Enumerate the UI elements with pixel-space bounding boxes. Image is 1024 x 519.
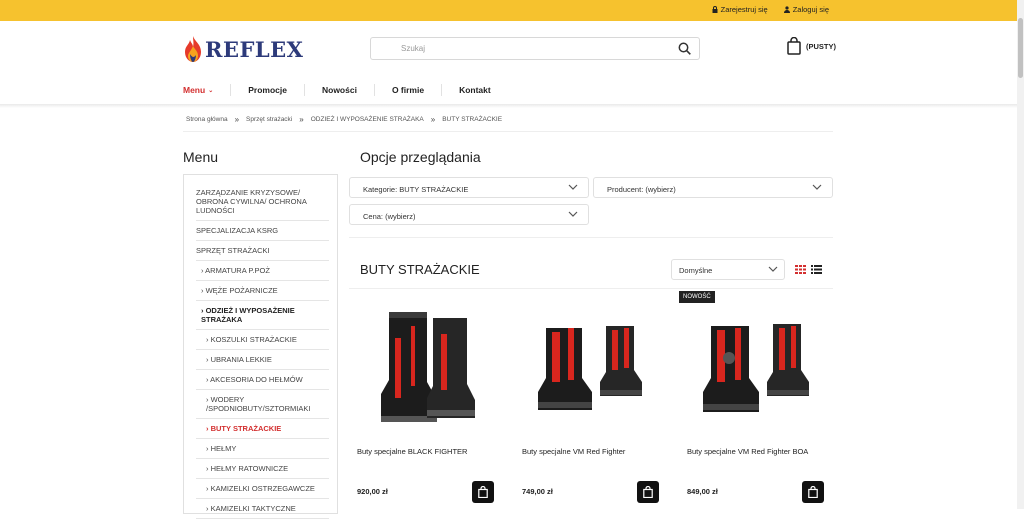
cart-status: (PUSTY) [806,41,836,51]
chevron-down-icon [568,211,578,217]
cart-link[interactable]: (PUSTY) [787,37,836,55]
list-view-icon[interactable] [811,265,822,274]
sidebar-item-kamizelki-taktyczne[interactable]: › KAMIZELKI TAKTYCZNE [196,499,329,519]
page-scrollbar[interactable] [1017,0,1024,509]
add-to-cart-button[interactable] [637,481,659,503]
sidebar-item-helmy-ratownicze[interactable]: › HEŁMY RATOWNICZE [196,459,329,479]
breadcrumb-item[interactable]: Strona główna [186,116,228,123]
sidebar-item-ubrania[interactable]: › UBRANIA LEKKIE [196,350,329,370]
breadcrumb-item[interactable]: Sprzęt strażacki [246,116,292,123]
user-icon [783,6,790,13]
sidebar-item-akcesoria[interactable]: › AKCESORIA DO HEŁMÓW [196,370,329,390]
flame-icon [185,36,201,62]
scrollbar-thumb[interactable] [1018,18,1023,78]
register-link[interactable]: Zarejestruj się [712,5,768,14]
chevron-down-icon [768,266,778,272]
product-name[interactable]: Buty specjalne VM Red Fighter [522,447,625,456]
chevron-down-icon [812,184,822,190]
shopping-bag-icon [478,486,488,498]
logo[interactable]: REFLEX [183,36,303,62]
product-card[interactable]: Buty specjalne VM Red Fighter BOA 849,00… [679,290,835,509]
search-input[interactable]: Szukaj [401,44,425,53]
sidebar-menu: ZARZĄDZANIE KRYZYSOWE/ OBRONA CYWILNA/ O… [183,174,338,519]
register-label: Zarejestruj się [720,5,768,14]
product-price: 920,00 zł [357,487,388,496]
nav-menu[interactable]: Menu ⌄ [183,84,232,96]
divider [183,131,833,132]
options-title: Opcje przeglądania [360,149,481,165]
nav-promocje[interactable]: Promocje [231,84,305,96]
producer-filter[interactable]: Producent: (wybierz) [593,177,833,198]
product-name[interactable]: Buty specjalne VM Red Fighter BOA [687,447,808,456]
price-filter-label: Cena: (wybierz) [363,212,416,221]
sidebar-item-armatura[interactable]: › ARMATURA P.POŻ [196,261,329,281]
breadcrumb-separator: » [234,115,240,124]
search-box[interactable]: Szukaj [370,37,700,60]
listing-title: BUTY STRAŻACKIE [360,262,480,277]
sort-select[interactable]: Domyślne [671,259,785,280]
nav-menu-label: Menu [183,85,206,95]
product-image[interactable] [361,298,491,432]
product-price: 749,00 zł [522,487,553,496]
product-card[interactable]: Buty specjalne BLACK FIGHTER 920,00 zł [349,290,505,509]
sort-value: Domyślne [679,266,713,275]
nav-kontakt[interactable]: Kontakt [442,84,508,96]
shopping-bag-icon [787,37,801,55]
header-divider [0,104,1017,108]
sidebar-item-specjalizacja[interactable]: SPECJALIZACJA KSRG [196,221,329,241]
nav-nowosci[interactable]: Nowości [305,84,375,96]
product-price: 849,00 zł [687,487,718,496]
price-filter[interactable]: Cena: (wybierz) [349,204,589,225]
breadcrumb-separator: » [430,115,436,124]
breadcrumb: Strona główna » Sprzęt strażacki » ODZIE… [186,115,502,124]
add-to-cart-button[interactable] [472,481,494,503]
add-to-cart-button[interactable] [802,481,824,503]
sidebar-title: Menu [183,149,219,165]
login-label: Zaloguj się [792,5,829,14]
sidebar-item-kamizelki-ostrzegawcze[interactable]: › KAMIZELKI OSTRZEGAWCZE [196,479,329,499]
shopping-bag-icon [643,486,653,498]
sidebar-item-odziez[interactable]: › ODZIEŻ I WYPOSAŻENIE STRAŻAKA [196,301,329,330]
sidebar-item-sprzet[interactable]: SPRZĘT STRAŻACKI [196,241,329,261]
product-name[interactable]: Buty specjalne BLACK FIGHTER [357,447,467,456]
new-badge: NOWOŚĆ [679,291,715,303]
top-bar: Zarejestruj się Zaloguj się [0,0,1017,21]
search-icon[interactable] [678,42,691,55]
main-nav: Menu ⌄ Promocje Nowości O firmie Kontakt [183,84,508,96]
sidebar-item-zarzadzanie[interactable]: ZARZĄDZANIE KRYZYSOWE/ OBRONA CYWILNA/ O… [196,183,329,221]
divider [349,237,833,238]
nav-o-firmie[interactable]: O firmie [375,84,443,96]
breadcrumb-separator: » [299,115,304,124]
sidebar-item-wodery[interactable]: › WODERY /SPODNIOBUTY/SZTORMIAKI [196,390,329,419]
product-image[interactable] [691,298,821,432]
grid-view-icon[interactable] [795,265,806,274]
category-filter-label: Kategorie: BUTY STRAŻACKIE [363,185,469,194]
lock-icon [712,6,718,13]
login-link[interactable]: Zaloguj się [783,5,829,14]
divider [349,288,833,289]
shopping-bag-icon [808,486,818,498]
sidebar-item-helmy[interactable]: › HEŁMY [196,439,329,459]
product-card[interactable]: Buty specjalne VM Red Fighter 749,00 zł [514,290,670,509]
chevron-down-icon [568,184,578,190]
category-filter[interactable]: Kategorie: BUTY STRAŻACKIE [349,177,589,198]
logo-text: REFLEX [205,36,304,62]
sidebar-item-weze[interactable]: › WĘŻE POŻARNICZE [196,281,329,301]
producer-filter-label: Producent: (wybierz) [607,185,676,194]
breadcrumb-item[interactable]: ODZIEŻ I WYPOSAŻENIE STRAŻAKA [311,116,424,123]
product-image[interactable] [526,298,656,432]
sidebar-item-koszulki[interactable]: › KOSZULKI STRAŻACKIE [196,330,329,350]
sidebar-item-buty[interactable]: › BUTY STRAŻACKIE [196,419,329,439]
chevron-down-icon: ⌄ [208,87,214,94]
breadcrumb-current: BUTY STRAŻACKIE [442,116,503,123]
